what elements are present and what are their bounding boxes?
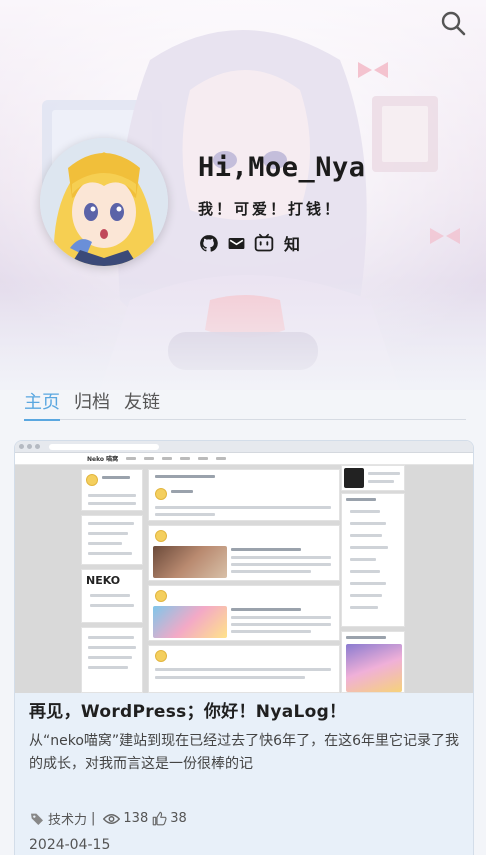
- tab-archive[interactable]: 归档: [74, 388, 110, 420]
- mail-icon: [228, 237, 244, 249]
- profile-motto: 我！可爱！打钱！: [198, 200, 343, 218]
- post-excerpt: 从“neko喵窝”建站到现在已经过去了快6年了，在这6年里它记录了我的成长，对我…: [29, 733, 459, 772]
- thumbnail-page: NEKO: [15, 465, 473, 693]
- github-icon: [199, 234, 218, 252]
- thumbnail-brand: Neko 喵窝: [87, 456, 119, 463]
- post-views: 138: [103, 811, 148, 826]
- eye-icon: [103, 813, 121, 824]
- zhihu-link[interactable]: 知: [282, 233, 302, 254]
- post-category-label: 技术力: [48, 813, 88, 828]
- post-category[interactable]: 技术力: [29, 809, 87, 828]
- post-card[interactable]: Neko 喵窝 NEKO 再见，WordPress；你好！NyaLog！ 从“n…: [14, 440, 474, 855]
- post-meta: 技术力 | 138 38: [29, 809, 187, 828]
- tab-friends[interactable]: 友链: [124, 388, 160, 420]
- zhihu-icon: 知: [283, 235, 300, 254]
- avatar-illustration: [40, 138, 168, 266]
- post-likes-count: 38: [170, 811, 187, 826]
- post-title[interactable]: 再见，WordPress；你好！NyaLog！: [29, 697, 461, 722]
- thumbnail-site-nav: Neko 喵窝: [15, 453, 473, 465]
- post-thumbnail[interactable]: Neko 喵窝 NEKO: [15, 441, 473, 693]
- search-icon: [441, 11, 466, 36]
- social-links: 知: [198, 233, 366, 254]
- bilibili-icon: [254, 233, 274, 252]
- tab-home[interactable]: 主页: [24, 388, 60, 421]
- meta-separator: |: [91, 811, 96, 826]
- bilibili-link[interactable]: [254, 233, 274, 253]
- post-likes[interactable]: 38: [152, 811, 187, 826]
- thumbnail-browser-bar: [15, 441, 473, 453]
- tag-icon: [31, 813, 43, 825]
- github-link[interactable]: [198, 233, 218, 253]
- search-button[interactable]: [436, 6, 470, 40]
- banner-fade: [0, 280, 486, 390]
- main-tabs: 主页 归档 友链: [24, 388, 466, 421]
- thumbnail-logo: NEKO: [86, 574, 121, 587]
- post-views-count: 138: [123, 811, 149, 826]
- email-link[interactable]: [226, 233, 246, 253]
- thumbs-up-icon: [152, 811, 167, 826]
- avatar[interactable]: [40, 138, 168, 266]
- post-date: 2024-04-15: [29, 837, 111, 853]
- profile-name: Hi,Moe_Nya: [198, 152, 366, 183]
